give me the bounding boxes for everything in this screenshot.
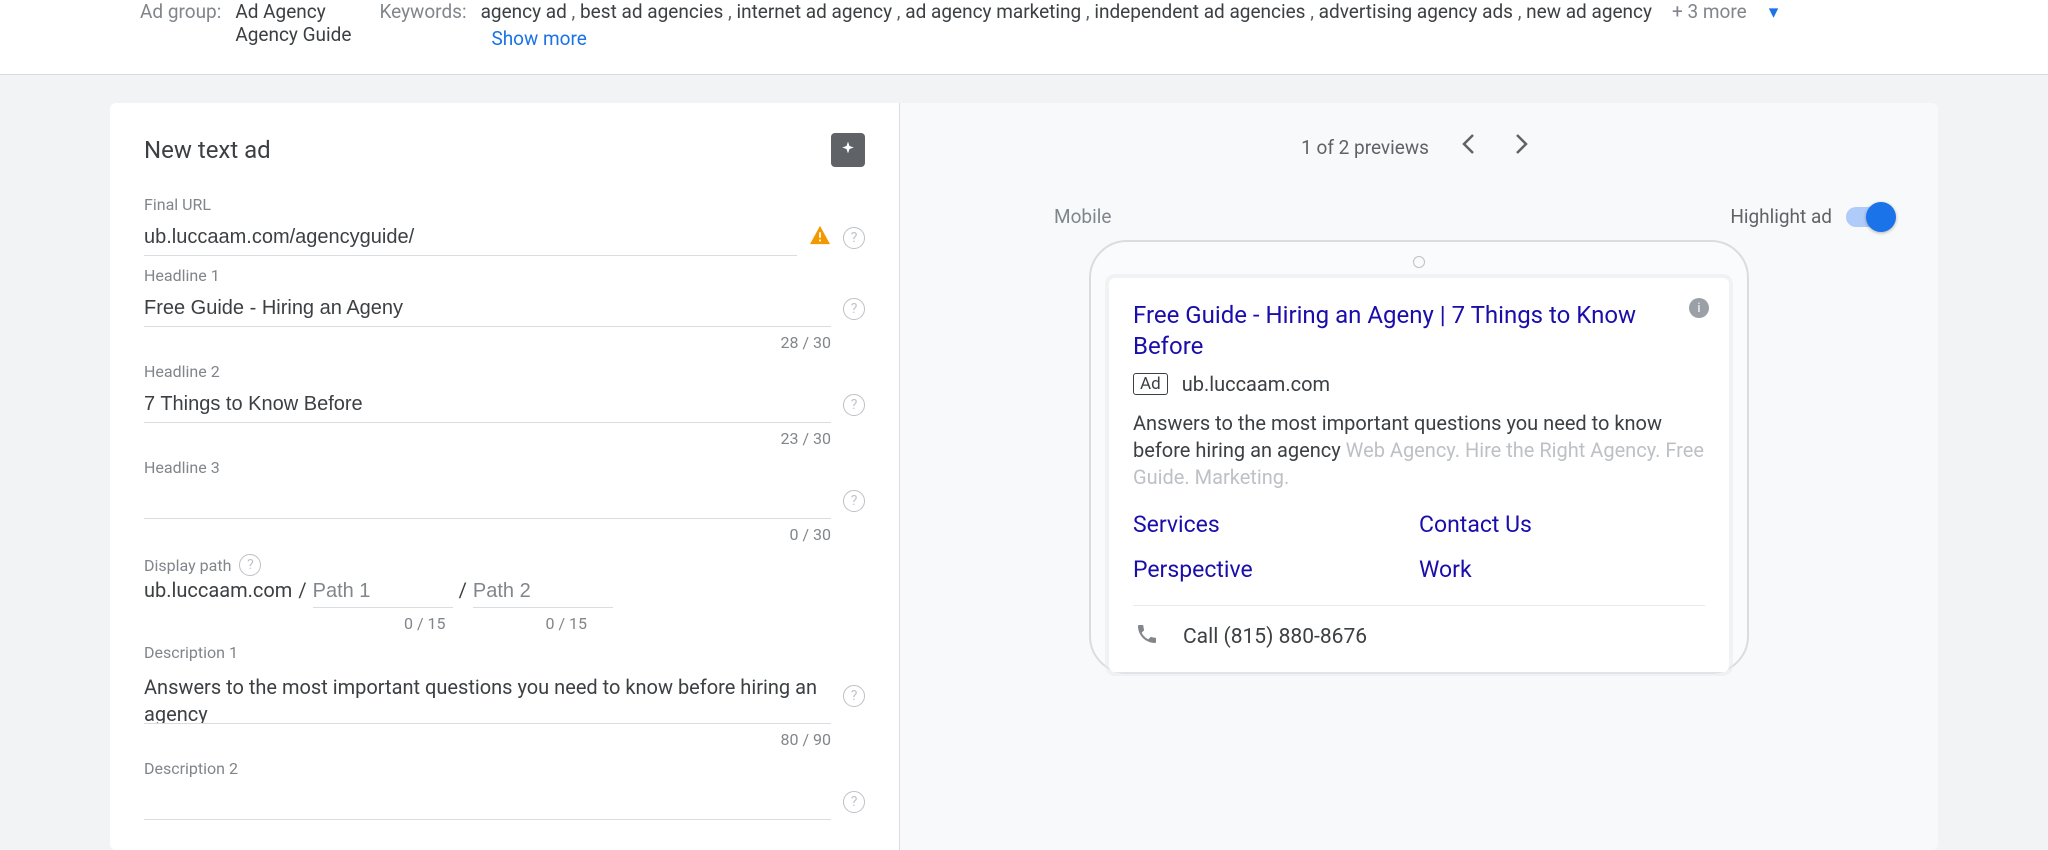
warning-icon [809, 225, 831, 251]
sitelinks: ServicesContact UsPerspectiveWork [1133, 511, 1705, 583]
phone-icon [1135, 622, 1159, 652]
sitelink[interactable]: Contact Us [1419, 511, 1705, 538]
description1-counter: 80 / 90 [144, 730, 865, 749]
headline2-counter: 23 / 30 [144, 429, 865, 448]
preview-panel: 1 of 2 previews Highlight ad Mobile i Fr… [900, 103, 1938, 850]
keyword-item: ad agency marketing [905, 0, 1081, 23]
call-extension[interactable]: Call (815) 880-8676 [1133, 605, 1705, 660]
ad-group-label: Ad group: [140, 0, 221, 23]
keyword-item: new ad agency [1526, 0, 1652, 23]
sparkle-icon[interactable] [831, 133, 865, 167]
headline1-label: Headline 1 [144, 266, 865, 285]
help-icon[interactable]: ? [843, 490, 865, 512]
display-path-domain: ub.luccaam.com [144, 578, 292, 602]
ad-preview-description: Answers to the most important questions … [1133, 410, 1705, 491]
sitelink[interactable]: Services [1133, 511, 1419, 538]
final-url-label: Final URL [144, 195, 865, 214]
preview-counter: 1 of 2 previews [1301, 136, 1429, 159]
keyword-item: advertising agency ads [1319, 0, 1513, 23]
path1-counter: 0 / 15 [404, 614, 446, 633]
headline3-label: Headline 3 [144, 458, 865, 477]
keyword-item: independent ad agencies [1094, 0, 1305, 23]
summary-bar: Ad group: Ad Agency Agency Guide Keyword… [0, 0, 2048, 75]
help-icon[interactable]: ? [843, 685, 865, 707]
headline2-label: Headline 2 [144, 362, 865, 381]
path2-input[interactable] [473, 576, 613, 608]
ad-group-value-line2: Agency Guide [235, 23, 351, 46]
prev-preview-button[interactable] [1453, 129, 1483, 165]
highlight-ad-label: Highlight ad [1730, 205, 1832, 228]
ad-preview-title[interactable]: Free Guide - Hiring an Ageny | 7 Things … [1133, 300, 1705, 362]
ad-group-value: Ad Agency [235, 0, 351, 23]
sitelink[interactable]: Work [1419, 556, 1705, 583]
ad-preview-url: ub.luccaam.com [1182, 372, 1330, 396]
keyword-item: agency ad [481, 0, 567, 23]
highlight-ad-toggle[interactable] [1846, 207, 1894, 227]
help-icon[interactable]: ? [843, 227, 865, 249]
keywords-more[interactable]: + 3 more [1672, 0, 1747, 23]
ad-badge: Ad [1133, 373, 1168, 395]
keywords-label: Keywords: [379, 0, 466, 23]
next-preview-button[interactable] [1507, 129, 1537, 165]
headline3-input[interactable] [144, 483, 831, 519]
phone-speaker-icon [1413, 256, 1425, 268]
help-icon[interactable]: ? [239, 554, 261, 576]
chevron-down-icon[interactable]: ▾ [1769, 0, 1779, 23]
path2-counter: 0 / 15 [546, 614, 588, 633]
call-text: Call (815) 880-8676 [1183, 625, 1367, 649]
ad-preview-card: i Free Guide - Hiring an Ageny | 7 Thing… [1109, 278, 1729, 672]
ad-form-panel: New text ad Final URL ? Headline 1 ? 28 … [110, 103, 900, 850]
keyword-item: internet ad agency [736, 0, 892, 23]
keyword-item: best ad agencies [580, 0, 723, 23]
description2-input[interactable] [144, 784, 831, 820]
display-path-label: Display path [144, 556, 231, 575]
phone-frame: i Free Guide - Hiring an Ageny | 7 Thing… [1089, 240, 1749, 674]
headline3-counter: 0 / 30 [144, 525, 865, 544]
help-icon[interactable]: ? [843, 298, 865, 320]
sitelink[interactable]: Perspective [1133, 556, 1419, 583]
keywords-list: agency ad , best ad agencies , internet … [481, 0, 1652, 23]
help-icon[interactable]: ? [843, 394, 865, 416]
headline1-input[interactable] [144, 291, 831, 327]
headline1-counter: 28 / 30 [144, 333, 865, 352]
final-url-input[interactable] [144, 220, 797, 256]
path1-input[interactable] [313, 576, 453, 608]
description1-input[interactable] [144, 668, 831, 724]
headline2-input[interactable] [144, 387, 831, 423]
help-icon[interactable]: ? [843, 791, 865, 813]
show-more-link[interactable]: Show more [491, 27, 1908, 50]
info-icon[interactable]: i [1689, 298, 1709, 318]
description2-label: Description 2 [144, 759, 865, 778]
description1-label: Description 1 [144, 643, 865, 662]
panel-title: New text ad [144, 136, 271, 164]
